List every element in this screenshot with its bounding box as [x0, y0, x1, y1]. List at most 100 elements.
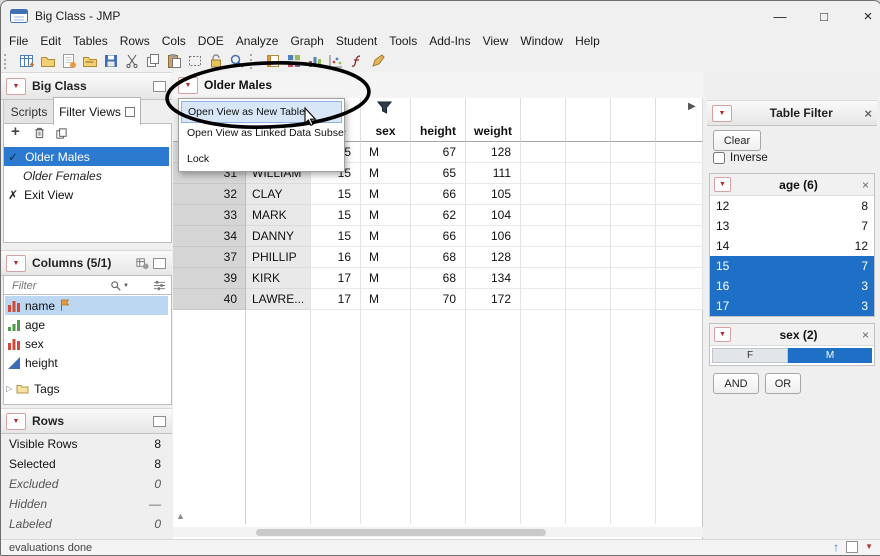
unlock-icon[interactable]: [205, 51, 226, 71]
graph-builder-icon[interactable]: [304, 51, 325, 71]
undock-icon[interactable]: [125, 107, 135, 117]
stat-selected[interactable]: Selected 8: [1, 454, 171, 474]
open-journal-icon[interactable]: [79, 51, 100, 71]
cell-sex[interactable]: M: [361, 268, 411, 289]
cell-sex[interactable]: M: [361, 226, 411, 247]
inverse-checkbox[interactable]: [713, 152, 725, 164]
cell-height[interactable]: 66: [411, 226, 466, 247]
and-button[interactable]: AND: [713, 373, 759, 394]
panel-dock-icon[interactable]: [153, 416, 166, 427]
stat-excluded[interactable]: Excluded 0: [1, 474, 171, 494]
column-filter-input[interactable]: [10, 279, 110, 293]
menu-doe[interactable]: DOE: [192, 34, 230, 48]
sex-segment-f[interactable]: F: [712, 348, 788, 363]
cell-age[interactable]: 15: [311, 184, 361, 205]
row-number-cell[interactable]: 34: [173, 226, 246, 247]
open-icon[interactable]: [37, 51, 58, 71]
cell-sex[interactable]: M: [361, 247, 411, 268]
cell-height[interactable]: 68: [411, 268, 466, 289]
menu-help[interactable]: Help: [569, 34, 606, 48]
cell-name[interactable]: CLAY: [246, 184, 311, 205]
cell-weight[interactable]: 111: [466, 163, 521, 184]
menu-tables[interactable]: Tables: [67, 34, 114, 48]
cell-sex[interactable]: M: [361, 184, 411, 205]
close-button[interactable]: ×: [846, 1, 880, 31]
row-number-cell[interactable]: 40: [173, 289, 246, 310]
column-item-name[interactable]: name: [5, 296, 168, 315]
close-filter-icon[interactable]: ×: [864, 107, 877, 120]
red-triangle-icon[interactable]: ▼: [714, 327, 731, 342]
cell-height[interactable]: 67: [411, 142, 466, 163]
cell-weight[interactable]: 134: [466, 268, 521, 289]
save-icon[interactable]: [100, 51, 121, 71]
panel-dock-icon[interactable]: [153, 81, 166, 92]
or-button[interactable]: OR: [765, 373, 801, 394]
tags-group[interactable]: ▷ Tags: [5, 379, 168, 398]
horizontal-scrollbar[interactable]: [173, 527, 703, 537]
menu-item-open-view-as-new-table[interactable]: Open View as New Table: [181, 101, 342, 123]
cell-weight[interactable]: 105: [466, 184, 521, 205]
stat-visible-rows[interactable]: Visible Rows 8: [1, 434, 171, 454]
view-red-triangle-icon[interactable]: ▼: [178, 77, 198, 94]
sex-segment-m[interactable]: M: [788, 348, 872, 363]
remove-sex-filter-icon[interactable]: ×: [862, 329, 874, 341]
cell-age[interactable]: 16: [311, 247, 361, 268]
disclosure-icon[interactable]: ▷: [6, 384, 12, 393]
tab-filter-views[interactable]: Filter Views: [53, 97, 141, 125]
menu-rows[interactable]: Rows: [114, 34, 156, 48]
cell-sex[interactable]: M: [361, 163, 411, 184]
cell-age[interactable]: 17: [311, 268, 361, 289]
age-level-12[interactable]: 12 8: [710, 196, 874, 216]
age-level-15[interactable]: 15 7: [710, 256, 874, 276]
cell-height[interactable]: 68: [411, 247, 466, 268]
status-red-triangle-icon[interactable]: ▼: [865, 542, 873, 551]
minimize-button[interactable]: —: [758, 1, 802, 31]
cell-name[interactable]: LAWRE...: [246, 289, 311, 310]
search-icon[interactable]: [226, 51, 247, 71]
filter-view-older-males[interactable]: ✓ Older Males: [4, 147, 169, 166]
red-triangle-icon[interactable]: ▼: [6, 78, 26, 95]
cell-age[interactable]: 17: [311, 289, 361, 310]
maximize-button[interactable]: □: [802, 1, 846, 31]
status-checkbox[interactable]: [846, 541, 858, 553]
column-item-height[interactable]: height: [5, 353, 168, 372]
cell-height[interactable]: 62: [411, 205, 466, 226]
cell-name[interactable]: MARK: [246, 205, 311, 226]
cell-height[interactable]: 70: [411, 289, 466, 310]
age-level-17[interactable]: 17 3: [710, 296, 874, 316]
new-data-table-icon[interactable]: [16, 51, 37, 71]
annotate-icon[interactable]: [367, 51, 388, 71]
age-level-13[interactable]: 13 7: [710, 216, 874, 236]
remove-age-filter-icon[interactable]: ×: [862, 179, 874, 191]
filter-options-icon[interactable]: [153, 280, 166, 291]
panel-dock-icon[interactable]: [153, 258, 166, 269]
column-header-weight[interactable]: weight: [466, 98, 521, 142]
cell-age[interactable]: 15: [311, 226, 361, 247]
cell-age[interactable]: 15: [311, 205, 361, 226]
delete-view-icon[interactable]: [33, 126, 46, 143]
cell-weight[interactable]: 128: [466, 142, 521, 163]
cut-icon[interactable]: [121, 51, 142, 71]
red-triangle-icon[interactable]: ▼: [6, 255, 26, 272]
tab-scripts[interactable]: Scripts: [3, 99, 55, 125]
scroll-right-icon[interactable]: ▶: [688, 101, 696, 112]
scrollbar-thumb[interactable]: [256, 529, 546, 536]
cell-weight[interactable]: 106: [466, 226, 521, 247]
row-number-cell[interactable]: 32: [173, 184, 246, 205]
cell-name[interactable]: PHILLIP: [246, 247, 311, 268]
age-level-14[interactable]: 14 12: [710, 236, 874, 256]
grid-view-icon[interactable]: [283, 51, 304, 71]
menu-item-lock[interactable]: Lock: [179, 149, 344, 169]
cell-sex[interactable]: M: [361, 289, 411, 310]
stat-labeled[interactable]: Labeled 0: [1, 514, 171, 534]
menu-graph[interactable]: Graph: [284, 34, 329, 48]
up-arrow-icon[interactable]: ↑: [833, 541, 839, 553]
red-triangle-icon[interactable]: ▼: [6, 413, 26, 430]
cell-name[interactable]: KIRK: [246, 268, 311, 289]
copy-icon[interactable]: [142, 51, 163, 71]
row-number-cell[interactable]: 37: [173, 247, 246, 268]
column-header-height[interactable]: height: [411, 98, 466, 142]
cell-weight[interactable]: 104: [466, 205, 521, 226]
filter-view-older-females[interactable]: Older Females: [4, 166, 169, 185]
select-region-icon[interactable]: [184, 51, 205, 71]
